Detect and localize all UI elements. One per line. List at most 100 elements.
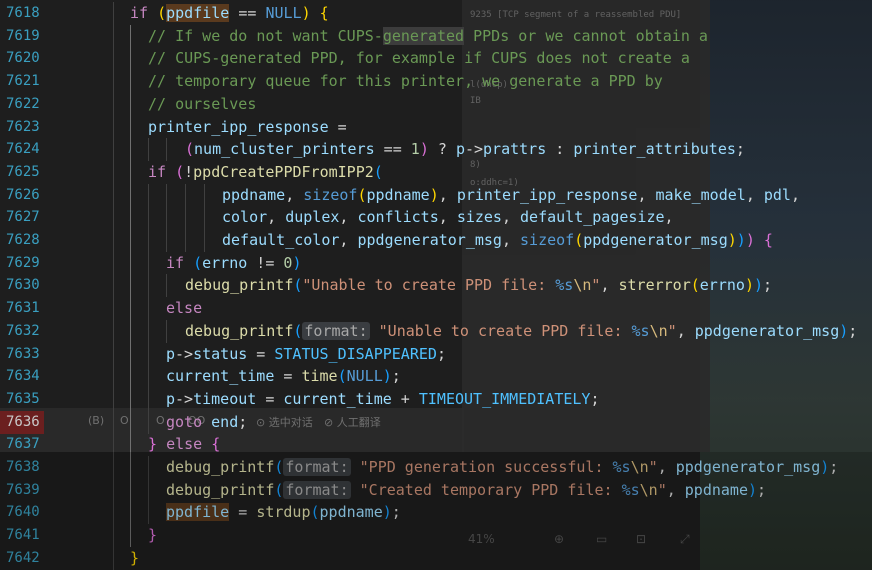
code-line[interactable]: 7626 ppdname, sizeof(ppdname), printer_ip… <box>0 183 872 207</box>
code-line[interactable]: 7636 goto end; <box>0 410 872 434</box>
indent-guide <box>113 138 114 162</box>
indent-guide <box>166 274 167 298</box>
code-text[interactable]: current_time = time(NULL); <box>166 365 401 388</box>
code-line[interactable]: 7619 // If we do not want CUPS-generated … <box>0 24 872 48</box>
indent-guide <box>166 183 167 207</box>
code-text[interactable]: goto end; <box>166 411 247 434</box>
line-number: 7631 <box>6 300 40 317</box>
indent-guide <box>113 387 114 411</box>
indent-guide <box>113 410 114 434</box>
line-number: 7632 <box>6 322 40 339</box>
code-text[interactable]: printer_ipp_response = <box>148 116 347 139</box>
indent-guide <box>130 70 131 94</box>
indent-guide <box>130 47 131 71</box>
code-text[interactable]: // If we do not want CUPS-generated PPDs… <box>148 25 708 48</box>
code-text[interactable]: if (ppdfile == NULL) { <box>130 2 329 25</box>
code-line[interactable]: 7631 else <box>0 297 872 321</box>
line-number: 7636 <box>0 410 44 434</box>
indent-guide <box>185 206 186 230</box>
line-number: 7629 <box>6 254 40 271</box>
code-text[interactable]: (num_cluster_printers == 1) ? p->prattrs… <box>185 138 745 161</box>
code-text[interactable]: ppdname, sizeof(ppdname), printer_ipp_re… <box>222 184 800 207</box>
indent-guide <box>113 24 114 48</box>
code-text[interactable]: if (!ppdCreatePPDFromIPP2( <box>148 161 383 184</box>
code-text[interactable]: color, duplex, conflicts, sizes, default… <box>222 206 674 229</box>
indent-guide <box>130 92 131 116</box>
indent-guide <box>148 297 149 321</box>
line-number: 7634 <box>6 368 40 385</box>
code-line[interactable]: 7627 color, duplex, conflicts, sizes, def… <box>0 206 872 230</box>
indent-guide <box>130 410 131 434</box>
indent-guide <box>113 274 114 298</box>
code-text[interactable]: debug_printf(format: "Unable to create P… <box>185 320 857 343</box>
indent-guide <box>130 319 131 343</box>
line-number: 7623 <box>6 118 40 135</box>
indent-guide <box>148 251 149 275</box>
code-text[interactable]: default_color, ppdgenerator_msg, sizeof(… <box>222 229 773 252</box>
code-line[interactable]: 7629 if (errno != 0) <box>0 251 872 275</box>
indent-guide <box>113 92 114 116</box>
code-line[interactable]: 7621 // temporary queue for this printer,… <box>0 70 872 94</box>
code-line[interactable]: 7634 current_time = time(NULL); <box>0 365 872 389</box>
overlay-shade <box>0 452 872 570</box>
indent-guide <box>113 160 114 184</box>
indent-guide <box>148 410 149 434</box>
indent-guide <box>130 387 131 411</box>
indent-guide <box>130 183 131 207</box>
indent-guide <box>113 70 114 94</box>
indent-guide <box>113 229 114 252</box>
code-text[interactable]: // CUPS-generated PPD, for example if CU… <box>148 47 690 70</box>
indent-guide <box>185 183 186 207</box>
line-number: 7618 <box>6 5 40 21</box>
code-line[interactable]: 7623 printer_ipp_response = <box>0 115 872 139</box>
indent-guide <box>166 229 167 252</box>
code-line[interactable]: 7633 p->status = STATUS_DISAPPEARED; <box>0 342 872 366</box>
line-number: 7622 <box>6 95 40 112</box>
code-text[interactable]: // temporary queue for this printer, we … <box>148 70 663 93</box>
code-text[interactable]: // ourselves <box>148 93 256 116</box>
code-line[interactable]: 7632 debug_printf(format: "Unable to crea… <box>0 319 872 343</box>
line-number: 7630 <box>6 277 40 294</box>
indent-guide <box>130 115 131 139</box>
indent-guide <box>148 365 149 389</box>
code-text[interactable]: if (errno != 0) <box>166 252 301 275</box>
code-text[interactable]: debug_printf("Unable to create PPD file:… <box>185 274 772 297</box>
indent-guide <box>113 2 114 25</box>
code-line[interactable]: 7622 // ourselves <box>0 92 872 116</box>
line-number: 7635 <box>6 390 40 407</box>
line-number: 7628 <box>6 232 40 248</box>
code-line[interactable]: 7620 // CUPS-generated PPD, for example i… <box>0 47 872 71</box>
code-line[interactable]: 7618 if (ppdfile == NULL) { <box>0 2 872 25</box>
indent-guide <box>130 229 131 252</box>
indent-guide <box>148 206 149 230</box>
indent-guide <box>166 319 167 343</box>
indent-guide <box>204 183 205 207</box>
indent-guide <box>130 160 131 184</box>
indent-guide <box>148 342 149 366</box>
indent-guide <box>166 206 167 230</box>
indent-guide <box>166 138 167 162</box>
indent-guide <box>113 183 114 207</box>
code-line[interactable]: 7624 (num_cluster_printers == 1) ? p->pra… <box>0 138 872 162</box>
indent-guide <box>130 365 131 389</box>
code-line[interactable]: 7635 p->timeout = current_time + TIMEOUT_… <box>0 387 872 411</box>
code-text[interactable]: p->timeout = current_time + TIMEOUT_IMME… <box>166 388 600 411</box>
code-line[interactable]: 7625 if (!ppdCreatePPDFromIPP2( <box>0 160 872 184</box>
indent-guide <box>113 251 114 275</box>
indent-guide <box>113 115 114 139</box>
indent-guide <box>148 183 149 207</box>
code-line[interactable]: 7630 debug_printf("Unable to create PPD f… <box>0 274 872 298</box>
line-number: 7621 <box>6 73 40 90</box>
indent-guide <box>204 206 205 230</box>
line-number: 7633 <box>6 345 40 362</box>
indent-guide <box>148 274 149 298</box>
indent-guide <box>185 229 186 252</box>
indent-guide <box>130 297 131 321</box>
code-line[interactable]: 7628 default_color, ppdgenerator_msg, siz… <box>0 229 872 252</box>
code-text[interactable]: p->status = STATUS_DISAPPEARED; <box>166 343 446 366</box>
indent-guide <box>113 47 114 71</box>
code-text[interactable]: else <box>166 297 202 320</box>
indent-guide <box>130 138 131 162</box>
indent-guide <box>148 319 149 343</box>
indent-guide <box>113 297 114 321</box>
